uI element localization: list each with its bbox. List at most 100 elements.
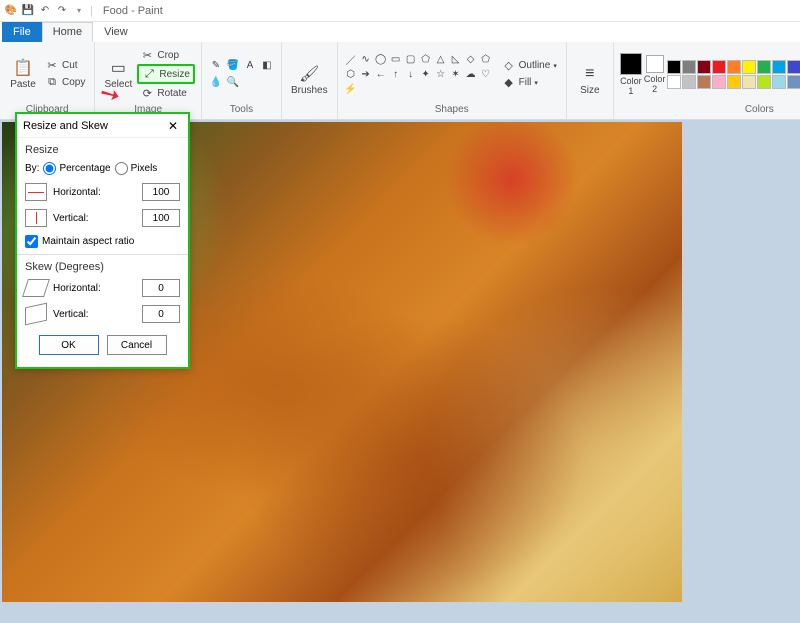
palette-color[interactable] [682,60,696,74]
ok-button[interactable]: OK [39,335,99,355]
palette-color[interactable] [742,60,756,74]
palette-color[interactable] [712,60,726,74]
redo-icon[interactable]: ↷ [55,4,69,18]
shape-star4[interactable]: ✦ [419,67,433,81]
palette-color[interactable] [772,75,786,89]
color2-button[interactable]: Color 2 [644,55,666,94]
group-brushes: 🖌 Brushes [282,42,338,119]
shape-curve[interactable]: ∿ [359,52,373,66]
undo-icon[interactable]: ↶ [38,4,52,18]
outline-button[interactable]: ◇Outline▾ [499,58,560,74]
color-palette [667,60,800,89]
shape-arrowu[interactable]: ↑ [389,67,403,81]
fill-tool[interactable]: 🪣 [225,58,241,74]
dialog-close-button[interactable]: ✕ [164,117,182,135]
resize-v-icon [25,209,47,227]
cut-icon: ✂ [45,59,59,73]
shape-star5[interactable]: ☆ [434,67,448,81]
palette-color[interactable] [787,60,800,74]
resize-button[interactable]: ⤢Resize [137,64,195,84]
color1-swatch [620,53,642,75]
size-button[interactable]: ≡ Size [573,62,607,98]
shape-rrect[interactable]: ▢ [404,52,418,66]
tab-file[interactable]: File [2,22,42,42]
shape-rtri[interactable]: ◺ [449,52,463,66]
palette-color[interactable] [757,75,771,89]
maintain-ratio-checkbox[interactable] [25,235,38,248]
radio-percentage[interactable]: Percentage [43,162,110,175]
palette-color[interactable] [772,60,786,74]
shape-arrowd[interactable]: ↓ [404,67,418,81]
fill-button[interactable]: ◆Fill▾ [499,75,560,91]
tools-grid: ✎ 🪣 A ◧ 💧 🔍 [208,58,275,91]
resize-legend: Resize [25,144,180,156]
paste-icon: 📋 [13,58,33,78]
eraser-tool[interactable]: ◧ [259,58,275,74]
shape-bolt[interactable]: ⚡ [344,82,358,96]
brushes-button[interactable]: 🖌 Brushes [288,62,331,98]
tab-home[interactable]: Home [42,22,93,42]
group-tools: ✎ 🪣 A ◧ 💧 🔍 Tools [202,42,282,119]
picker-tool[interactable]: 💧 [208,75,224,91]
save-icon[interactable]: 💾 [21,4,35,18]
resize-h-input[interactable] [142,183,180,201]
resize-v-input[interactable] [142,209,180,227]
shape-arrowl[interactable]: ← [374,67,388,81]
shapes-gallery[interactable]: ／ ∿ ◯ ▭ ▢ ⬠ △ ◺ ◇ ⬠ ⬡ ➔ ← ↑ ↓ ✦ ☆ ✶ ☁ ♡ [344,52,493,96]
cut-button[interactable]: ✂Cut [42,58,88,74]
palette-color[interactable] [727,60,741,74]
tab-row: File Home View [0,22,800,42]
palette-color[interactable] [757,60,771,74]
shape-oval[interactable]: ◯ [374,52,388,66]
tab-view[interactable]: View [93,22,139,42]
text-tool[interactable]: A [242,58,258,74]
palette-color[interactable] [712,75,726,89]
palette-color[interactable] [697,75,711,89]
shape-star6[interactable]: ✶ [449,67,463,81]
group-shapes: ／ ∿ ◯ ▭ ▢ ⬠ △ ◺ ◇ ⬠ ⬡ ➔ ← ↑ ↓ ✦ ☆ ✶ ☁ ♡ [338,42,567,119]
palette-color[interactable] [742,75,756,89]
group-label-colors: Colors [620,104,800,117]
resize-h-label: Horizontal: [53,187,136,198]
shape-tri[interactable]: △ [434,52,448,66]
palette-color[interactable] [697,60,711,74]
skew-h-input[interactable] [142,279,180,297]
shape-diamond[interactable]: ◇ [464,52,478,66]
paste-button[interactable]: 📋 Paste [6,56,40,92]
palette-color[interactable] [727,75,741,89]
palette-color[interactable] [667,75,681,89]
shape-pent[interactable]: ⬠ [479,52,493,66]
cancel-button[interactable]: Cancel [107,335,167,355]
fill-icon: ◆ [502,76,516,90]
skew-v-input[interactable] [142,305,180,323]
paste-label: Paste [10,79,36,90]
copy-button[interactable]: ⧉Copy [42,75,88,91]
color1-button[interactable]: Color 1 [620,53,642,96]
shape-heart[interactable]: ♡ [479,67,493,81]
skew-v-icon [25,303,47,326]
size-icon: ≡ [580,64,600,84]
outline-icon: ◇ [502,59,516,73]
palette-color[interactable] [682,75,696,89]
dialog-title: Resize and Skew [23,120,108,132]
group-colors: Color 1 Color 2 🎨 Edit colors 🔷 Edit wit… [614,42,800,119]
pencil-tool[interactable]: ✎ [208,58,224,74]
shape-hex[interactable]: ⬡ [344,67,358,81]
zoom-tool[interactable]: 🔍 [225,75,241,91]
app-icon: 🎨 [4,4,18,18]
radio-percentage-input[interactable] [43,162,56,175]
palette-color[interactable] [667,60,681,74]
shape-line[interactable]: ／ [344,52,358,66]
radio-pixels-input[interactable] [115,162,128,175]
shape-callout[interactable]: ☁ [464,67,478,81]
crop-button[interactable]: ✂Crop [137,47,195,63]
rotate-icon: ⟳ [140,86,154,100]
ribbon: 📋 Paste ✂Cut ⧉Copy Clipboard ▭ Select ✂C… [0,42,800,120]
qat-dropdown-icon[interactable]: ▾ [72,4,86,18]
radio-pixels[interactable]: Pixels [115,162,158,175]
shape-poly[interactable]: ⬠ [419,52,433,66]
shape-arrowr[interactable]: ➔ [359,67,373,81]
palette-color[interactable] [787,75,800,89]
shape-rect[interactable]: ▭ [389,52,403,66]
rotate-button[interactable]: ⟳Rotate [137,85,195,101]
